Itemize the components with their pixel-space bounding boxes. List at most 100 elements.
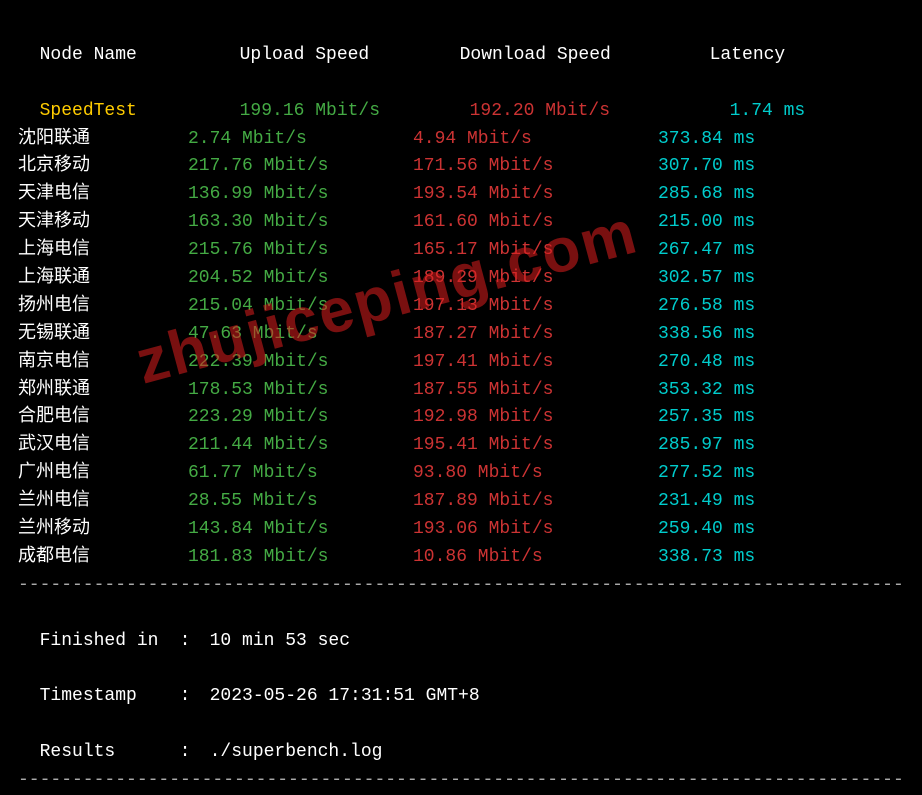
finished-label: Finished in bbox=[40, 628, 180, 656]
node-name: 天津移动 bbox=[18, 209, 188, 237]
upload-value: 163.30 Mbit/s bbox=[188, 209, 413, 237]
download-value: 189.29 Mbit/s bbox=[413, 265, 658, 293]
download-value: 187.55 Mbit/s bbox=[413, 377, 658, 405]
timestamp-sep: : bbox=[180, 683, 210, 711]
latency-value: 215.00 ms bbox=[658, 209, 808, 237]
latency-value: 277.52 ms bbox=[658, 460, 808, 488]
upload-value: 2.74 Mbit/s bbox=[188, 126, 413, 154]
table-row: 兰州电信28.55 Mbit/s187.89 Mbit/s231.49 ms bbox=[18, 488, 904, 516]
footer-timestamp: Timestamp:2023-05-26 17:31:51 GMT+8 bbox=[18, 655, 904, 711]
upload-value: 178.53 Mbit/s bbox=[188, 377, 413, 405]
divider-bottom: ----------------------------------------… bbox=[18, 767, 904, 795]
latency-value: 276.58 ms bbox=[658, 293, 808, 321]
table-row: 北京移动217.76 Mbit/s171.56 Mbit/s307.70 ms bbox=[18, 153, 904, 181]
latency-value: 231.49 ms bbox=[658, 488, 808, 516]
download-value: 197.13 Mbit/s bbox=[413, 293, 658, 321]
download-value: 171.56 Mbit/s bbox=[413, 153, 658, 181]
node-name: 武汉电信 bbox=[18, 432, 188, 460]
latency-value: 338.73 ms bbox=[658, 544, 808, 572]
upload-value: 204.52 Mbit/s bbox=[188, 265, 413, 293]
node-name: 郑州联通 bbox=[18, 377, 188, 405]
table-row: 武汉电信211.44 Mbit/s195.41 Mbit/s285.97 ms bbox=[18, 432, 904, 460]
download-value: 193.06 Mbit/s bbox=[413, 516, 658, 544]
latency-value: 257.35 ms bbox=[658, 404, 808, 432]
upload-value: 215.04 Mbit/s bbox=[188, 293, 413, 321]
results-table: 沈阳联通2.74 Mbit/s4.94 Mbit/s373.84 ms北京移动2… bbox=[18, 126, 904, 572]
divider-top: ----------------------------------------… bbox=[18, 572, 904, 600]
timestamp-value: 2023-05-26 17:31:51 GMT+8 bbox=[210, 686, 480, 706]
upload-value: 181.83 Mbit/s bbox=[188, 544, 413, 572]
table-row: 天津移动163.30 Mbit/s161.60 Mbit/s215.00 ms bbox=[18, 209, 904, 237]
node-name: 兰州移动 bbox=[18, 516, 188, 544]
download-value: 197.41 Mbit/s bbox=[413, 349, 658, 377]
download-value: 165.17 Mbit/s bbox=[413, 237, 658, 265]
download-value: 161.60 Mbit/s bbox=[413, 209, 658, 237]
finished-value: 10 min 53 sec bbox=[210, 631, 350, 651]
upload-value: 61.77 Mbit/s bbox=[188, 460, 413, 488]
upload-value: 136.99 Mbit/s bbox=[188, 181, 413, 209]
download-value: 195.41 Mbit/s bbox=[413, 432, 658, 460]
upload-value: 47.63 Mbit/s bbox=[188, 321, 413, 349]
latency-value: 373.84 ms bbox=[658, 126, 808, 154]
latency-value: 267.47 ms bbox=[658, 237, 808, 265]
latency-value: 259.40 ms bbox=[658, 516, 808, 544]
upload-value: 217.76 Mbit/s bbox=[188, 153, 413, 181]
table-row: 上海联通204.52 Mbit/s189.29 Mbit/s302.57 ms bbox=[18, 265, 904, 293]
latency-value: 285.97 ms bbox=[658, 432, 808, 460]
node-name: 兰州电信 bbox=[18, 488, 188, 516]
node-name: 上海联通 bbox=[18, 265, 188, 293]
table-row: 成都电信181.83 Mbit/s10.86 Mbit/s338.73 ms bbox=[18, 544, 904, 572]
results-label: Results bbox=[40, 739, 180, 767]
table-row: 扬州电信215.04 Mbit/s197.13 Mbit/s276.58 ms bbox=[18, 293, 904, 321]
header-node: Node Name bbox=[40, 42, 240, 70]
node-name: 无锡联通 bbox=[18, 321, 188, 349]
header-download: Download Speed bbox=[460, 42, 710, 70]
node-name: 上海电信 bbox=[18, 237, 188, 265]
node-name: 天津电信 bbox=[18, 181, 188, 209]
table-row: 无锡联通47.63 Mbit/s187.27 Mbit/s338.56 ms bbox=[18, 321, 904, 349]
node-name: 沈阳联通 bbox=[18, 126, 188, 154]
footer-finished: Finished in:10 min 53 sec bbox=[18, 600, 904, 656]
latency-value: 338.56 ms bbox=[658, 321, 808, 349]
download-value: 4.94 Mbit/s bbox=[413, 126, 658, 154]
table-row: 天津电信136.99 Mbit/s193.54 Mbit/s285.68 ms bbox=[18, 181, 904, 209]
node-name: 合肥电信 bbox=[18, 404, 188, 432]
results-value: ./superbench.log bbox=[210, 742, 383, 762]
upload-value: 215.76 Mbit/s bbox=[188, 237, 413, 265]
download-value: 10.86 Mbit/s bbox=[413, 544, 658, 572]
header-latency: Latency bbox=[710, 42, 786, 70]
finished-sep: : bbox=[180, 628, 210, 656]
latency-value: 353.32 ms bbox=[658, 377, 808, 405]
speedtest-row: SpeedTest199.16 Mbit/s192.20 Mbit/s1.74 … bbox=[18, 70, 904, 126]
download-value: 187.89 Mbit/s bbox=[413, 488, 658, 516]
upload-value: 222.39 Mbit/s bbox=[188, 349, 413, 377]
table-row: 郑州联通178.53 Mbit/s187.55 Mbit/s353.32 ms bbox=[18, 377, 904, 405]
table-row: 兰州移动143.84 Mbit/s193.06 Mbit/s259.40 ms bbox=[18, 516, 904, 544]
latency-value: 285.68 ms bbox=[658, 181, 808, 209]
download-value: 93.80 Mbit/s bbox=[413, 460, 658, 488]
header-row: Node NameUpload SpeedDownload SpeedLaten… bbox=[18, 14, 904, 70]
table-row: 沈阳联通2.74 Mbit/s4.94 Mbit/s373.84 ms bbox=[18, 126, 904, 154]
node-name: 扬州电信 bbox=[18, 293, 188, 321]
table-row: 南京电信222.39 Mbit/s197.41 Mbit/s270.48 ms bbox=[18, 349, 904, 377]
download-value: 192.98 Mbit/s bbox=[413, 404, 658, 432]
upload-value: 211.44 Mbit/s bbox=[188, 432, 413, 460]
node-name: 成都电信 bbox=[18, 544, 188, 572]
node-name: 南京电信 bbox=[18, 349, 188, 377]
node-name: 北京移动 bbox=[18, 153, 188, 181]
table-row: 上海电信215.76 Mbit/s165.17 Mbit/s267.47 ms bbox=[18, 237, 904, 265]
footer-results: Results:./superbench.log bbox=[18, 711, 904, 767]
node-name: 广州电信 bbox=[18, 460, 188, 488]
upload-value: 223.29 Mbit/s bbox=[188, 404, 413, 432]
download-value: 193.54 Mbit/s bbox=[413, 181, 658, 209]
speedtest-download: 192.20 Mbit/s bbox=[470, 98, 730, 126]
latency-value: 302.57 ms bbox=[658, 265, 808, 293]
speedtest-latency: 1.74 ms bbox=[730, 101, 806, 121]
latency-value: 270.48 ms bbox=[658, 349, 808, 377]
table-row: 合肥电信223.29 Mbit/s192.98 Mbit/s257.35 ms bbox=[18, 404, 904, 432]
upload-value: 143.84 Mbit/s bbox=[188, 516, 413, 544]
latency-value: 307.70 ms bbox=[658, 153, 808, 181]
table-row: 广州电信61.77 Mbit/s93.80 Mbit/s277.52 ms bbox=[18, 460, 904, 488]
upload-value: 28.55 Mbit/s bbox=[188, 488, 413, 516]
speedtest-name: SpeedTest bbox=[40, 98, 210, 126]
